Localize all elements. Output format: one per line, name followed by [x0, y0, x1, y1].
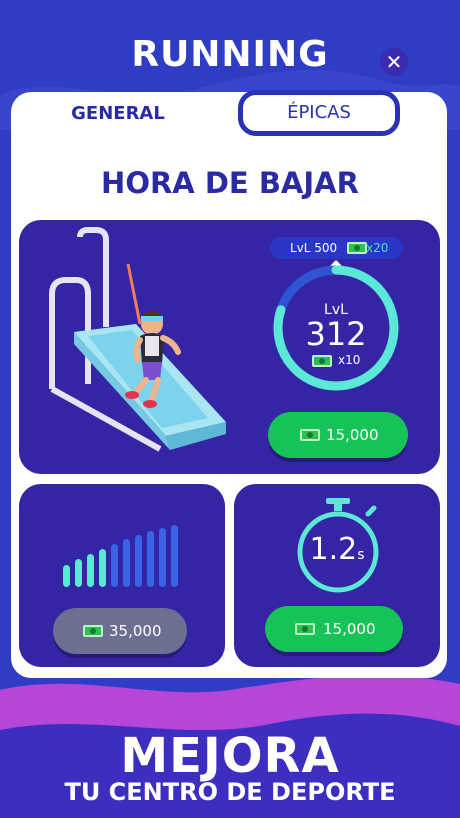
next-level-reward: x20: [366, 241, 389, 255]
level-multiplier: x10: [338, 353, 361, 367]
runner-treadmill-illustration: [49, 227, 226, 452]
footer-headline: MEJORA: [120, 728, 340, 784]
cash-icon: [312, 355, 332, 367]
level-value: 312: [305, 315, 367, 353]
upgrade-speed-button[interactable]: 15,000: [265, 606, 403, 652]
footer-subheadline: TU CENTRO DE DEPORTE: [64, 778, 396, 806]
upgrade-level-button[interactable]: 15,000: [268, 412, 408, 458]
section-title: HORA DE BAJAR: [101, 166, 359, 200]
cash-icon: [83, 625, 103, 637]
cash-icon: [295, 623, 315, 635]
cash-icon: [347, 242, 367, 254]
close-icon[interactable]: ✕: [380, 48, 408, 76]
signal-bars-icon: [63, 525, 179, 587]
next-level-text: LvL 500: [290, 241, 338, 255]
upgrade-capacity-button[interactable]: 35,000: [53, 608, 187, 654]
cash-icon: [300, 429, 320, 441]
next-level-badge: LvL 500 x20: [270, 237, 403, 259]
tab-general[interactable]: GENERAL: [30, 94, 206, 134]
upgrade-speed-price: 15,000: [323, 620, 376, 638]
upgrade-level-price: 15,000: [326, 426, 379, 444]
tab-epicas[interactable]: ÉPICAS: [238, 90, 400, 136]
timer-readout: 1.2s: [292, 532, 382, 567]
timer-value: 1.2: [309, 532, 358, 567]
upgrade-capacity-price: 35,000: [109, 622, 162, 640]
timer-unit: s: [357, 547, 365, 563]
